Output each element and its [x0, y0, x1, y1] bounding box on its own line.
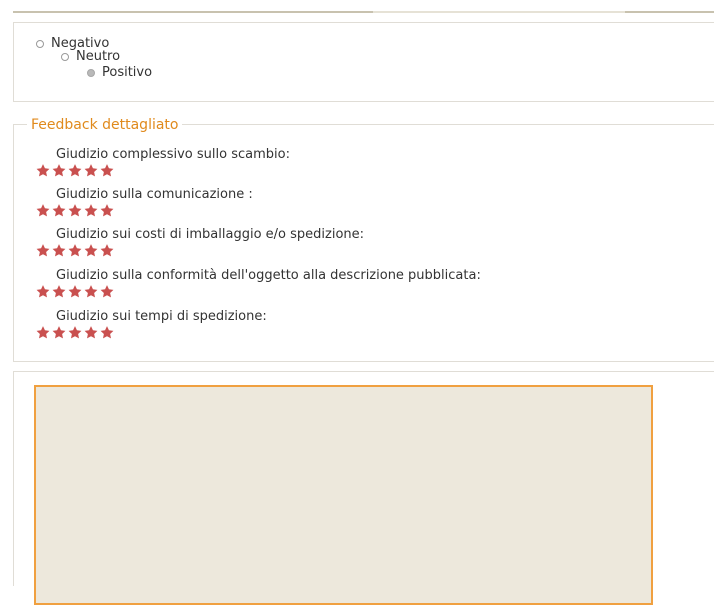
criterion-row: Giudizio sulla comunicazione : [35, 188, 253, 218]
star-icon[interactable] [67, 243, 83, 258]
star-icon[interactable] [35, 325, 51, 340]
rating-option-label: Neutro [76, 49, 121, 64]
star-icon[interactable] [67, 203, 83, 218]
star-icon[interactable] [51, 163, 67, 178]
star-icon[interactable] [51, 243, 67, 258]
star-rating[interactable] [35, 325, 267, 340]
star-icon[interactable] [35, 163, 51, 178]
star-icon[interactable] [83, 203, 99, 218]
criterion-label: Giudizio complessivo sullo scambio: [56, 147, 290, 162]
star-icon[interactable] [51, 284, 67, 299]
criterion-label: Giudizio sui costi di imballaggio e/o sp… [56, 227, 365, 242]
star-icon[interactable] [67, 325, 83, 340]
radio-positivo[interactable] [87, 68, 95, 77]
star-icon[interactable] [67, 284, 83, 299]
rating-option-neutro[interactable]: Neutro [61, 50, 120, 63]
radio-negativo[interactable] [36, 39, 44, 48]
criterion-label: Giudizio sulla conformità dell'oggetto a… [56, 268, 481, 283]
criterion-row: Giudizio sui tempi di spedizione: [35, 310, 267, 340]
star-icon[interactable] [35, 243, 51, 258]
criterion-label: Giudizio sulla comunicazione : [56, 187, 253, 202]
star-icon[interactable] [35, 284, 51, 299]
criterion-label: Giudizio sui tempi di spedizione: [56, 309, 267, 324]
star-icon[interactable] [99, 284, 115, 299]
criterion-row: Giudizio complessivo sullo scambio: [35, 148, 290, 178]
star-rating[interactable] [35, 203, 253, 218]
rating-option-positivo[interactable]: Positivo [87, 66, 152, 79]
star-icon[interactable] [83, 284, 99, 299]
star-icon[interactable] [51, 203, 67, 218]
criterion-row: Giudizio sui costi di imballaggio e/o sp… [35, 228, 364, 258]
star-icon[interactable] [83, 163, 99, 178]
star-icon[interactable] [67, 163, 83, 178]
star-icon[interactable] [99, 243, 115, 258]
detailed-feedback-legend: Feedback dettagliato [27, 117, 183, 133]
rating-option-label: Positivo [102, 65, 153, 80]
radio-neutro[interactable] [61, 52, 69, 61]
top-divider [13, 11, 714, 13]
star-icon[interactable] [99, 325, 115, 340]
star-icon[interactable] [51, 325, 67, 340]
star-icon[interactable] [99, 203, 115, 218]
star-rating[interactable] [35, 163, 290, 178]
star-rating[interactable] [35, 243, 364, 258]
star-icon[interactable] [35, 203, 51, 218]
star-rating[interactable] [35, 284, 481, 299]
star-icon[interactable] [83, 325, 99, 340]
criterion-row: Giudizio sulla conformità dell'oggetto a… [35, 269, 481, 299]
top-divider-right [625, 11, 714, 13]
star-icon[interactable] [99, 163, 115, 178]
top-divider-left [13, 11, 373, 13]
star-icon[interactable] [83, 243, 99, 258]
comment-textarea[interactable] [34, 385, 653, 605]
